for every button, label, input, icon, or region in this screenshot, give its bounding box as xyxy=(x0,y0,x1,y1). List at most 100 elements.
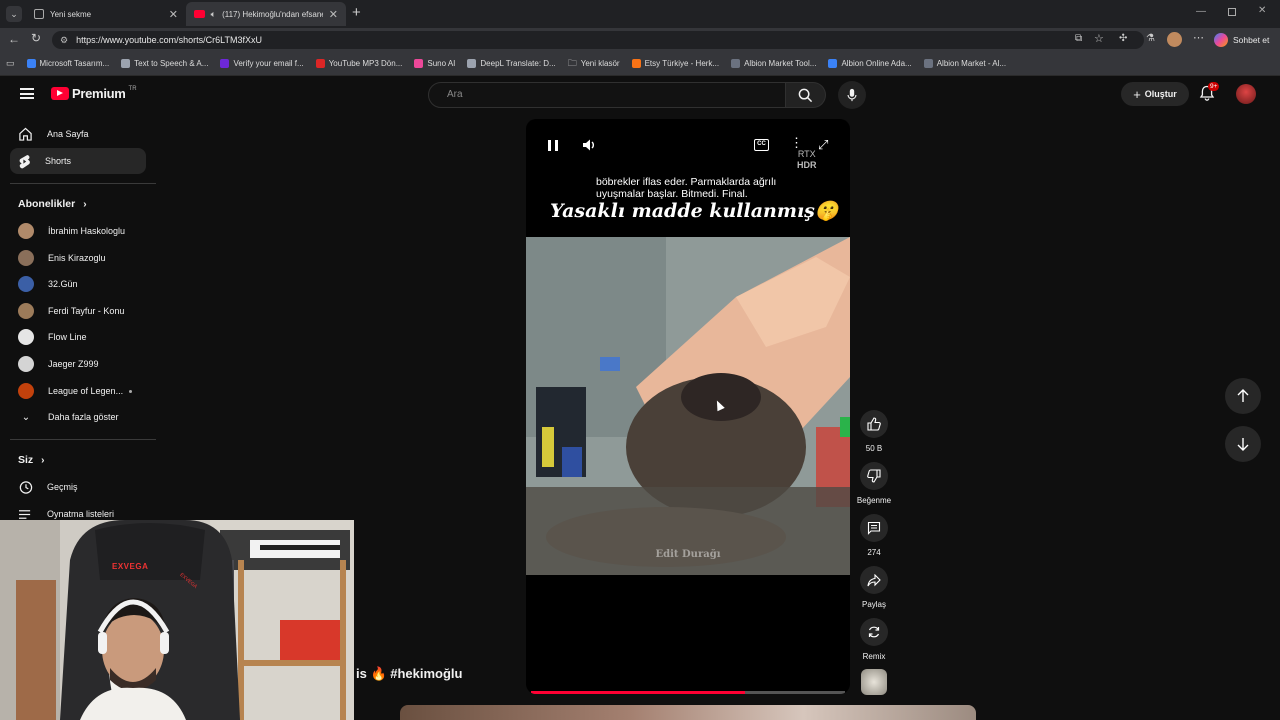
sidebar-subscription[interactable]: Flow Line xyxy=(10,324,146,350)
arrow-up-icon xyxy=(1237,389,1249,402)
remix-button[interactable] xyxy=(860,618,888,646)
previous-short-button[interactable] xyxy=(1225,378,1261,414)
url-field[interactable]: ⚙ https://www.youtube.com/shorts/Cr6LTM3… xyxy=(52,31,1144,49)
close-tab-icon[interactable]: ✕ xyxy=(169,8,178,21)
tab-actions-icon[interactable]: ▭ xyxy=(6,58,15,69)
sidebar-subscription[interactable]: İbrahim Haskologlu xyxy=(10,218,146,244)
close-tab-icon[interactable]: ✕ xyxy=(329,8,338,21)
account-avatar[interactable] xyxy=(1236,84,1256,104)
sound-avatar[interactable] xyxy=(861,669,887,695)
next-short-button[interactable] xyxy=(1225,426,1261,462)
fullscreen-icon[interactable]: ⤢ xyxy=(818,137,828,153)
channel-avatar xyxy=(18,276,34,292)
youtube-play-logo-icon xyxy=(51,87,69,100)
sidebar-subscription[interactable]: Ferdi Tayfur - Konu xyxy=(10,298,146,324)
bookmark-item[interactable]: Albion Market Tool... xyxy=(731,59,816,68)
bookmark-item[interactable]: Text to Speech & A... xyxy=(121,59,208,68)
search-input[interactable]: Ara xyxy=(428,82,786,108)
new-tab-plus-icon[interactable]: + xyxy=(352,4,361,21)
show-more-button[interactable]: ⌄ Daha fazla göster xyxy=(10,404,146,430)
captions-button[interactable]: CC xyxy=(754,139,769,151)
bookmark-item[interactable]: Verify your email f... xyxy=(220,59,304,68)
share-icon xyxy=(867,573,881,586)
progress-bar-fill xyxy=(531,691,745,694)
home-icon xyxy=(19,127,32,141)
new-tab-icon xyxy=(34,9,44,19)
youtube-header: Premium TR Ara + Oluştur 9+ xyxy=(0,76,1280,114)
chevron-right-icon: › xyxy=(41,454,45,466)
bookmark-favicon-icon xyxy=(631,59,641,68)
bookmark-favicon-icon xyxy=(121,59,131,68)
dislike-button[interactable] xyxy=(860,462,888,490)
comments-button[interactable] xyxy=(860,514,888,542)
sidebar-subscription[interactable]: Jaeger Z999 xyxy=(10,351,146,377)
bookmark-favicon-icon xyxy=(467,59,477,68)
minimize-icon[interactable]: — xyxy=(1196,6,1206,17)
extensions-puzzle-icon[interactable]: ⚗ xyxy=(1146,33,1155,44)
pause-button[interactable] xyxy=(548,140,558,151)
voice-search-button[interactable] xyxy=(838,81,866,109)
profile-avatar[interactable] xyxy=(1167,32,1182,47)
speaker-icon[interactable]: 🔈︎ xyxy=(211,9,216,20)
tab-list-dropdown-icon[interactable]: ⌄ xyxy=(6,6,22,22)
bookmark-item[interactable]: Microsoft Tasarım... xyxy=(26,59,109,68)
bookmark-folder[interactable]: 🗀 Yeni klasör xyxy=(568,56,620,72)
bookmark-item[interactable]: DeepL Translate: D... xyxy=(467,59,556,68)
subscriptions-heading[interactable]: Abonelikler › xyxy=(18,198,87,210)
sidebar-item-home[interactable]: Ana Sayfa xyxy=(10,121,146,147)
sidebar-subscription[interactable]: 32.Gün xyxy=(10,271,146,297)
restore-icon[interactable] xyxy=(1228,8,1236,16)
reload-icon[interactable]: ↻ xyxy=(31,31,41,45)
sidebar-divider xyxy=(10,439,156,440)
rtx-hdr-badge: RTX HDR xyxy=(797,149,817,170)
site-info-icon[interactable]: ⚙ xyxy=(60,35,68,46)
shorts-player[interactable]: CC ⋮ ⤢ RTX HDR böbrekler iflas eder. Par… xyxy=(526,119,850,694)
hamburger-menu-icon[interactable] xyxy=(20,88,34,99)
sidebar-subscription[interactable]: League of Legen... xyxy=(10,378,146,404)
video-frame[interactable]: Edit Durağı xyxy=(526,237,850,575)
thumbs-up-icon xyxy=(867,417,881,431)
sidebar-subscription[interactable]: Enis Kirazoglu xyxy=(10,245,146,271)
next-short-preview[interactable] xyxy=(400,705,976,720)
volume-button[interactable] xyxy=(582,138,596,157)
bookmarks-bar: ▭ Microsoft Tasarım... Text to Speech & … xyxy=(0,52,1280,76)
youtube-favicon-icon xyxy=(194,10,205,18)
close-window-icon[interactable]: ✕ xyxy=(1258,5,1266,16)
back-icon[interactable]: ← xyxy=(8,32,20,46)
video-watermark: Edit Durağı xyxy=(655,549,721,560)
youtube-premium-logo[interactable]: Premium TR xyxy=(51,86,137,101)
microphone-icon xyxy=(847,88,857,102)
bookmark-favicon-icon xyxy=(26,59,36,68)
sidebar-item-history[interactable]: Geçmiş xyxy=(10,474,146,500)
progress-bar[interactable] xyxy=(531,691,845,694)
copilot-icon xyxy=(1214,33,1228,47)
install-app-icon[interactable]: ⧉ xyxy=(1075,33,1082,44)
bookmark-favicon-icon xyxy=(923,59,933,68)
you-heading[interactable]: Siz › xyxy=(18,454,45,466)
bookmark-item[interactable]: Suno AI xyxy=(414,59,455,68)
tab-title: (117) Hekimoğlu'ndan efsane xyxy=(222,9,323,19)
extensions-icon[interactable]: ✣ xyxy=(1119,33,1127,44)
chair-brand-text: EXVEGA xyxy=(112,562,149,571)
bookmark-star-icon[interactable]: ☆ xyxy=(1094,32,1104,45)
copilot-chat-button[interactable]: Sohbet et xyxy=(1214,31,1269,49)
bookmark-item[interactable]: YouTube MP3 Dön... xyxy=(315,59,402,68)
more-options-icon[interactable]: ⋮ xyxy=(790,136,803,149)
plus-icon: + xyxy=(1133,86,1141,102)
menu-dots-icon[interactable]: ⋯ xyxy=(1193,31,1204,44)
bookmark-item[interactable]: Albion Online Ada... xyxy=(828,59,912,68)
search-button[interactable] xyxy=(786,82,826,108)
bookmark-item[interactable]: Albion Market - Al... xyxy=(923,59,1006,68)
create-button[interactable]: + Oluştur xyxy=(1121,82,1189,106)
notifications-button[interactable]: 9+ xyxy=(1199,82,1220,107)
like-button[interactable] xyxy=(860,410,888,438)
tab-new-tab[interactable]: Yeni sekme ✕ xyxy=(26,2,186,26)
pixelated-video-content xyxy=(526,237,850,575)
tab-youtube[interactable]: 🔈︎ (117) Hekimoğlu'ndan efsane ✕ xyxy=(186,2,346,26)
share-button[interactable] xyxy=(860,566,888,594)
sidebar-item-shorts[interactable]: Shorts xyxy=(10,148,146,174)
caption-subtitle: böbrekler iflas eder. Parmaklarda ağrılı… xyxy=(596,176,777,200)
webcam-feed xyxy=(0,520,354,720)
bookmark-item[interactable]: Etsy Türkiye - Herk... xyxy=(631,59,719,68)
bookmark-favicon-icon xyxy=(828,59,838,68)
